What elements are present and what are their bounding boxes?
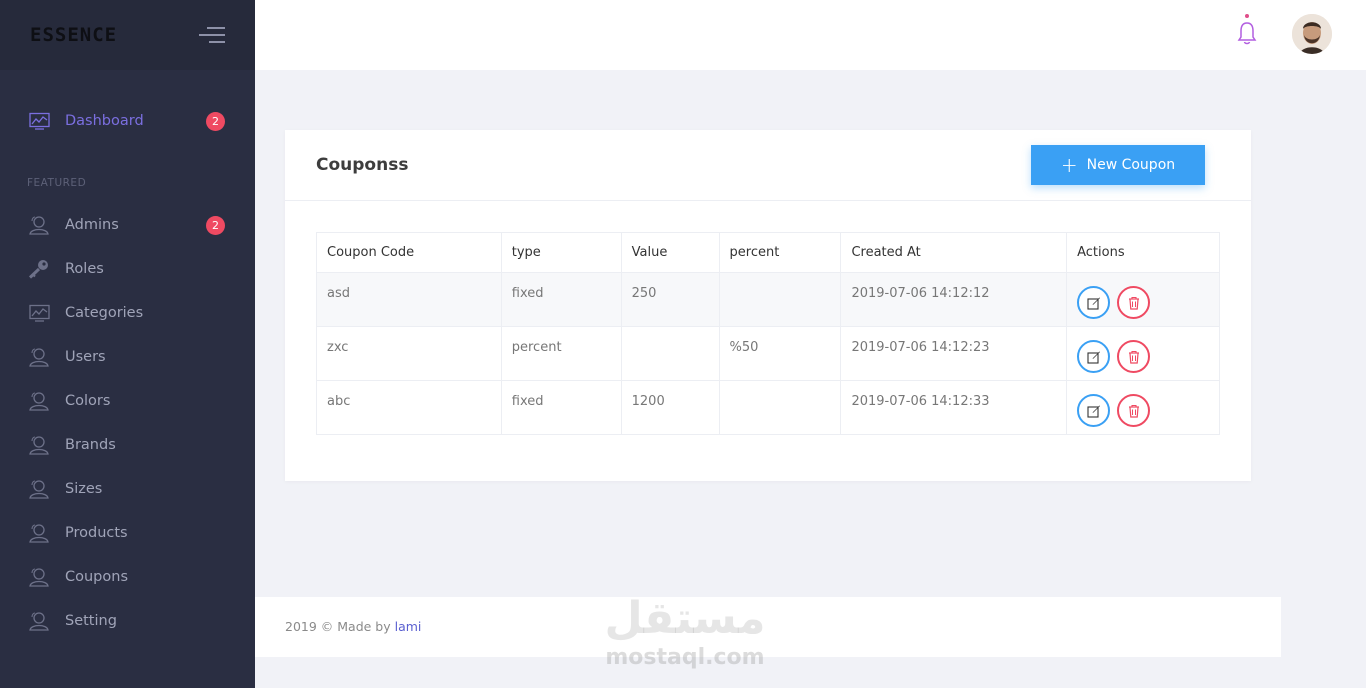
users-icon bbox=[28, 435, 50, 455]
trash-icon bbox=[1128, 404, 1139, 418]
sidebar-item-users[interactable]: Users bbox=[28, 345, 228, 369]
menu-toggle-icon[interactable] bbox=[199, 27, 225, 43]
sidebar-item-label: Sizes bbox=[65, 481, 103, 497]
users-icon bbox=[28, 391, 50, 411]
delete-button[interactable] bbox=[1117, 286, 1151, 319]
cell-code: asd bbox=[316, 272, 502, 327]
cell-created: 2019-07-06 14:12:33 bbox=[840, 380, 1068, 435]
edit-icon bbox=[1087, 351, 1100, 364]
sidebar-item-label: Products bbox=[65, 525, 128, 541]
users-icon bbox=[28, 347, 50, 367]
edit-button[interactable] bbox=[1077, 286, 1111, 319]
notification-badge: 2 bbox=[206, 112, 225, 131]
notification-badge: 2 bbox=[206, 216, 225, 235]
cell-percent: %50 bbox=[718, 326, 842, 381]
delete-button[interactable] bbox=[1117, 394, 1151, 427]
edit-icon bbox=[1087, 405, 1100, 418]
sidebar-item-sizes[interactable]: Sizes bbox=[28, 477, 228, 501]
cell-value: 250 bbox=[620, 272, 720, 327]
sidebar-item-label: Users bbox=[65, 349, 106, 365]
new-coupon-button[interactable]: + New Coupon bbox=[1031, 145, 1205, 185]
column-header[interactable]: Value bbox=[620, 232, 720, 273]
cell-created: 2019-07-06 14:12:23 bbox=[840, 326, 1068, 381]
sidebar-item-roles[interactable]: Roles bbox=[28, 257, 228, 281]
table-row: asd fixed 250 2019-07-06 14:12:12 bbox=[316, 272, 1220, 327]
sidebar-item-label: Colors bbox=[65, 393, 111, 409]
sidebar-item-admins[interactable]: Admins 2 bbox=[28, 213, 228, 237]
sidebar-item-label: Setting bbox=[65, 613, 117, 629]
cell-actions bbox=[1066, 380, 1220, 435]
column-header: Actions bbox=[1066, 232, 1220, 273]
users-icon bbox=[28, 611, 50, 631]
table-row: zxc percent %50 2019-07-06 14:12:23 bbox=[316, 326, 1220, 381]
cell-type: fixed bbox=[500, 380, 622, 435]
table-row: abc fixed 1200 2019-07-06 14:12:33 bbox=[316, 380, 1220, 435]
coupons-card: Couponss + New Coupon Coupon Code type V… bbox=[285, 130, 1251, 481]
section-title-featured: FEATURED bbox=[27, 177, 87, 189]
cell-actions bbox=[1066, 272, 1220, 327]
cell-percent bbox=[718, 380, 842, 435]
notification-bell-icon[interactable] bbox=[1237, 14, 1257, 48]
sidebar-item-dashboard[interactable]: Dashboard 2 bbox=[28, 109, 228, 133]
cell-value bbox=[620, 326, 720, 381]
page-title: Couponss bbox=[316, 155, 409, 175]
new-coupon-label: New Coupon bbox=[1086, 157, 1176, 173]
edit-button[interactable] bbox=[1077, 394, 1111, 427]
sidebar-item-label: Categories bbox=[65, 305, 144, 321]
watermark-latin: mostaql.com bbox=[605, 645, 765, 670]
cell-code: zxc bbox=[316, 326, 502, 381]
column-header[interactable]: Coupon Code bbox=[316, 232, 502, 273]
delete-button[interactable] bbox=[1117, 340, 1151, 373]
cell-value: 1200 bbox=[620, 380, 720, 435]
edit-icon bbox=[1087, 297, 1100, 310]
brand-bar: ESSENCE bbox=[0, 0, 255, 70]
sidebar-item-label: Brands bbox=[65, 437, 116, 453]
footer-text: 2019 © Made by lami bbox=[285, 619, 421, 634]
sidebar-item-coupons[interactable]: Coupons bbox=[28, 565, 228, 589]
coupons-table: Coupon Code type Value percent Created A… bbox=[316, 232, 1220, 435]
watermark: مستقل mostaql.com bbox=[600, 595, 770, 675]
cell-actions bbox=[1066, 326, 1220, 381]
sidebar-item-setting[interactable]: Setting bbox=[28, 609, 228, 633]
cell-code: abc bbox=[316, 380, 502, 435]
users-icon bbox=[28, 523, 50, 543]
sidebar: ESSENCE Dashboard 2 FEATURED Admins 2 Ro… bbox=[0, 0, 255, 688]
sidebar-item-label: Admins bbox=[65, 217, 119, 233]
watermark-arabic: مستقل bbox=[604, 593, 766, 644]
cell-type: fixed bbox=[500, 272, 622, 327]
cell-percent bbox=[718, 272, 842, 327]
top-header bbox=[255, 0, 1366, 70]
chart-icon bbox=[28, 111, 50, 131]
sidebar-item-products[interactable]: Products bbox=[28, 521, 228, 545]
users-icon bbox=[28, 479, 50, 499]
table-header-row: Coupon Code type Value percent Created A… bbox=[316, 232, 1220, 273]
users-icon bbox=[28, 567, 50, 587]
sidebar-item-label: Coupons bbox=[65, 569, 129, 585]
chart-icon bbox=[28, 303, 50, 323]
sidebar-item-brands[interactable]: Brands bbox=[28, 433, 228, 457]
plus-icon: + bbox=[1060, 153, 1078, 177]
sidebar-item-colors[interactable]: Colors bbox=[28, 389, 228, 413]
sidebar-item-label: Roles bbox=[65, 261, 104, 277]
cell-type: percent bbox=[500, 326, 622, 381]
trash-icon bbox=[1128, 296, 1139, 310]
key-icon bbox=[28, 259, 50, 279]
user-avatar[interactable] bbox=[1292, 14, 1332, 54]
footer-copyright: 2019 © Made by bbox=[285, 619, 391, 634]
users-icon bbox=[28, 215, 50, 235]
column-header[interactable]: type bbox=[500, 232, 622, 273]
sidebar-item-categories[interactable]: Categories bbox=[28, 301, 228, 325]
sidebar-item-label: Dashboard bbox=[65, 113, 144, 129]
column-header[interactable]: percent bbox=[718, 232, 842, 273]
card-header: Couponss + New Coupon bbox=[285, 130, 1251, 201]
edit-button[interactable] bbox=[1077, 340, 1111, 373]
trash-icon bbox=[1128, 350, 1139, 364]
cell-created: 2019-07-06 14:12:12 bbox=[840, 272, 1068, 327]
column-header[interactable]: Created At bbox=[840, 232, 1068, 273]
footer-author-link[interactable]: lami bbox=[395, 619, 422, 634]
brand-logo[interactable]: ESSENCE bbox=[30, 24, 117, 46]
